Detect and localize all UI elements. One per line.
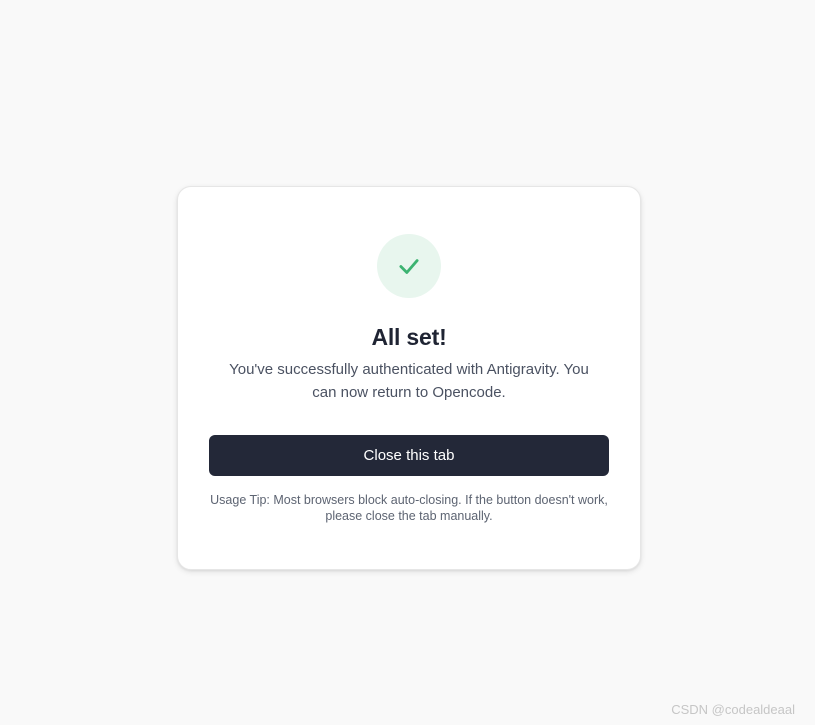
watermark: CSDN @codealdeaal <box>671 702 795 717</box>
success-message: You've successfully authenticated with A… <box>229 361 589 401</box>
success-badge <box>377 234 441 298</box>
page: All set! You've successfully authenticat… <box>0 0 815 725</box>
page-title: All set! <box>371 324 447 350</box>
auth-success-card: All set! You've successfully authenticat… <box>177 186 641 570</box>
check-icon <box>399 259 419 274</box>
usage-tip: Usage Tip: Most browsers block auto-clos… <box>210 493 608 523</box>
close-tab-button[interactable]: Close this tab <box>209 435 609 476</box>
